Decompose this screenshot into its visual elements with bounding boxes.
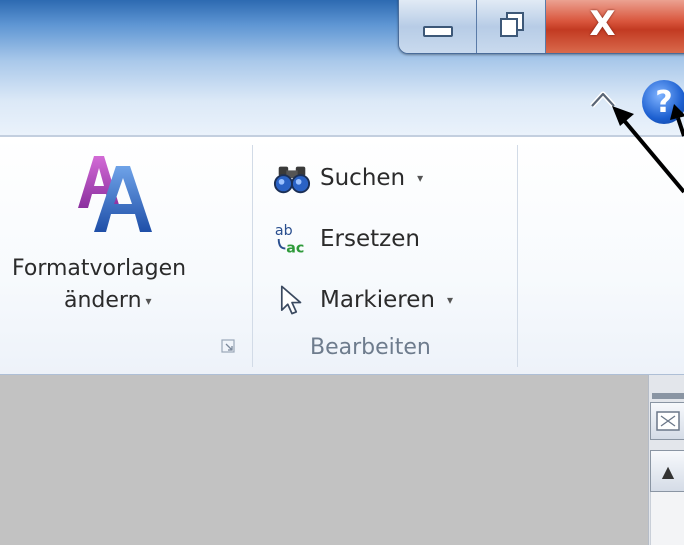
- help-icon[interactable]: ?: [642, 80, 684, 124]
- select-label: Markieren: [320, 287, 435, 313]
- ruler-toggle-button[interactable]: [650, 402, 684, 440]
- select-cursor-icon: [272, 280, 312, 320]
- group-label-bearbeiten: Bearbeiten: [310, 335, 431, 360]
- dialog-launcher-icon[interactable]: [221, 339, 235, 353]
- minimize-button[interactable]: [399, 0, 478, 53]
- close-button[interactable]: X: [546, 0, 684, 53]
- select-button[interactable]: Markieren ▾: [272, 280, 453, 320]
- close-icon: X: [589, 4, 616, 44]
- replace-label: Ersetzen: [320, 226, 420, 252]
- arrow-up-icon: ▲: [661, 461, 675, 481]
- restore-button[interactable]: [477, 0, 547, 53]
- window-controls: X: [398, 0, 684, 54]
- scrollbar-splitter[interactable]: [652, 393, 684, 399]
- find-button[interactable]: Suchen ▾: [272, 158, 423, 198]
- ruler-icon: [656, 411, 680, 431]
- binoculars-icon: [272, 158, 312, 198]
- dropdown-arrow-icon: ▾: [417, 171, 424, 185]
- minimize-icon: [422, 25, 453, 37]
- chevron-up-icon[interactable]: [589, 88, 617, 110]
- dropdown-arrow-icon: ▾: [446, 293, 453, 307]
- scroll-up-button[interactable]: ▲: [650, 450, 684, 492]
- change-styles-label-2: ändern ▾: [64, 288, 152, 313]
- document-area[interactable]: [0, 375, 648, 545]
- group-divider: [252, 145, 253, 367]
- scrollbar-track[interactable]: [650, 492, 684, 545]
- restore-icon: [499, 12, 525, 37]
- replace-icon-ab: ab: [275, 223, 293, 239]
- find-label: Suchen: [320, 165, 406, 191]
- styles-aa-icon: [78, 156, 152, 232]
- replace-icon: ab ac: [272, 219, 312, 259]
- replace-icon-ac: ac: [286, 240, 304, 256]
- replace-button[interactable]: ab ac Ersetzen: [272, 219, 420, 259]
- change-styles-label: Formatvorlagen: [12, 256, 187, 281]
- group-divider: [517, 145, 518, 367]
- dropdown-arrow-icon: ▾: [145, 294, 152, 308]
